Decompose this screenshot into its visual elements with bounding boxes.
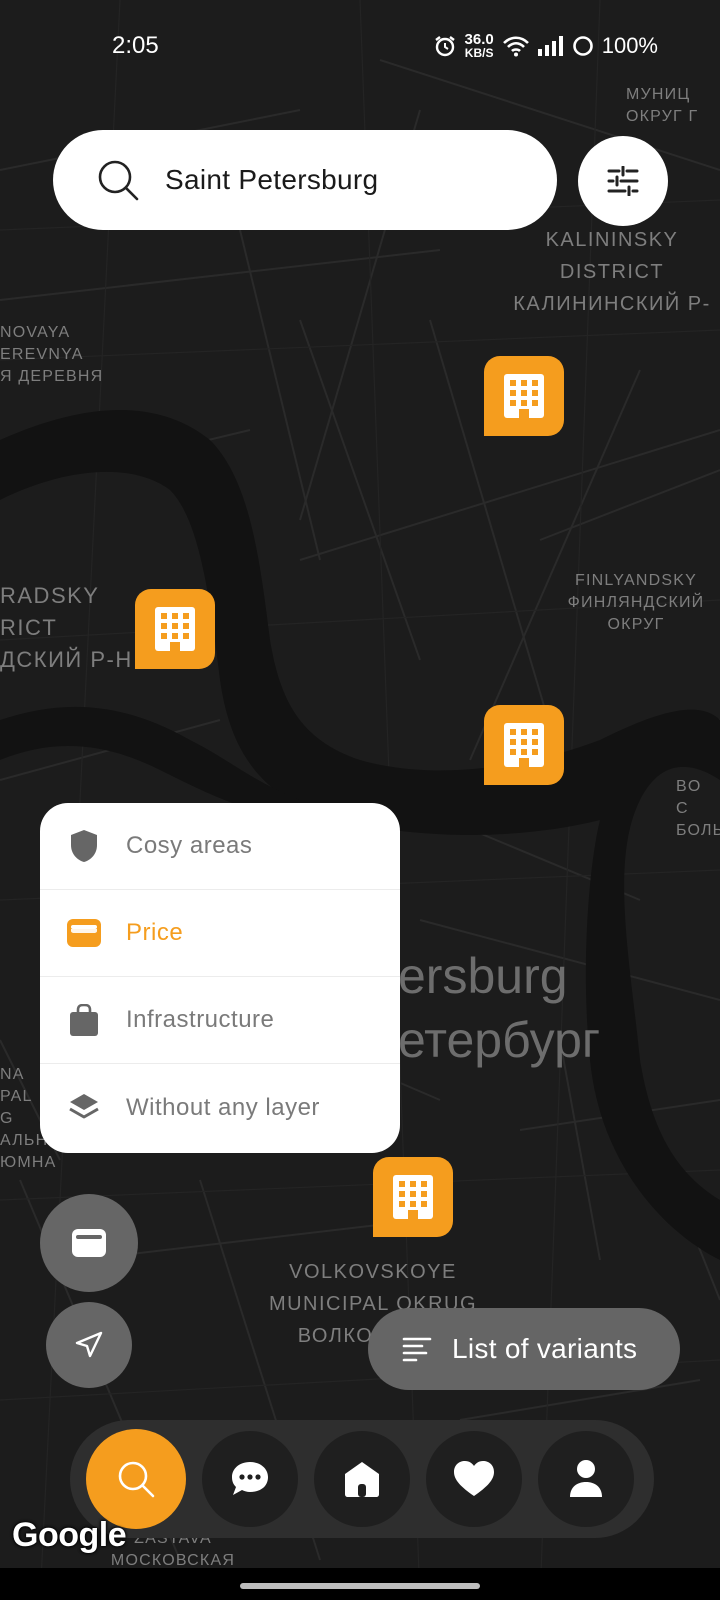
building-marker[interactable] xyxy=(373,1157,453,1237)
nav-profile-button[interactable] xyxy=(538,1431,634,1527)
layer-label: Without any layer xyxy=(126,1093,320,1121)
status-time: 2:05 xyxy=(112,32,159,59)
gesture-handle[interactable] xyxy=(240,1583,480,1589)
building-icon xyxy=(504,374,544,418)
wallet-icon xyxy=(72,1229,106,1257)
shopping-bag-icon xyxy=(70,1004,98,1036)
map-label-novaya: NOVAYA EREVNYA Я ДЕРЕВНЯ xyxy=(0,324,104,385)
home-icon xyxy=(345,1462,379,1497)
map-label-radsky: RADSKY RICT ДСКИЙ Р-Н xyxy=(0,583,133,672)
layer-item-infrastructure[interactable]: Infrastructure xyxy=(40,977,400,1064)
layers-toggle-button[interactable] xyxy=(40,1194,138,1292)
profile-icon xyxy=(570,1460,602,1497)
sliders-icon xyxy=(607,166,639,196)
map-label-city: ersburg етербург xyxy=(398,948,601,1068)
wifi-icon xyxy=(502,35,529,56)
shield-icon xyxy=(71,830,97,862)
layers-icon xyxy=(69,1093,99,1118)
bottom-navigation xyxy=(70,1420,654,1538)
building-marker[interactable] xyxy=(135,589,215,669)
building-marker[interactable] xyxy=(484,705,564,785)
network-speed: 36.0 KB/S xyxy=(464,31,494,60)
layer-item-without-layer[interactable]: Without any layer xyxy=(40,1064,400,1151)
my-location-button[interactable] xyxy=(46,1302,132,1388)
layer-item-cosy-areas[interactable]: Cosy areas xyxy=(40,803,400,890)
search-icon xyxy=(98,160,139,201)
layer-label: Price xyxy=(126,919,184,946)
layer-menu: Cosy areas Price Infrastructure Without … xyxy=(40,803,400,1153)
building-icon xyxy=(155,607,195,651)
nav-home-button[interactable] xyxy=(314,1431,410,1527)
nav-favorites-button[interactable] xyxy=(426,1431,522,1527)
heart-icon xyxy=(454,1461,494,1496)
building-marker[interactable] xyxy=(484,356,564,436)
search-bar[interactable]: Saint Petersburg xyxy=(53,130,557,230)
building-icon xyxy=(504,723,544,767)
search-icon xyxy=(118,1461,155,1498)
map-label-kalininsky: KALININSKY DISTRICT КАЛИНИНСКИЙ Р- xyxy=(513,229,711,315)
nav-search-button[interactable] xyxy=(86,1429,186,1529)
wallet-icon xyxy=(67,919,101,947)
building-icon xyxy=(393,1175,433,1219)
map-label-bo: BO C БОЛЬ xyxy=(676,778,720,839)
google-logo: Google xyxy=(12,1516,127,1554)
navigation-arrow-icon xyxy=(75,1331,103,1358)
layer-label: Cosy areas xyxy=(126,832,253,859)
chat-icon xyxy=(232,1462,268,1495)
search-input[interactable]: Saint Petersburg xyxy=(165,164,378,196)
list-of-variants-button[interactable]: List of variants xyxy=(368,1308,680,1390)
filter-button[interactable] xyxy=(578,136,668,226)
status-icons: 36.0 KB/S 100% xyxy=(433,32,658,59)
list-of-variants-label: List of variants xyxy=(452,1333,638,1364)
battery-level: 100% xyxy=(601,32,658,58)
signal-icon xyxy=(537,35,563,56)
battery-saver-icon xyxy=(572,35,593,56)
list-icon xyxy=(402,1337,432,1362)
layer-label: Infrastructure xyxy=(126,1006,275,1033)
nav-chat-button[interactable] xyxy=(202,1431,298,1527)
alarm-icon xyxy=(434,35,455,56)
layer-item-price[interactable]: Price xyxy=(40,890,400,977)
map-label-finlyandsky: FINLYANDSKY ФИНЛЯНДСКИЙ ОКРУГ xyxy=(567,572,705,633)
map-label-municipal: МУНИЦ ОКРУГ Г xyxy=(626,86,699,125)
